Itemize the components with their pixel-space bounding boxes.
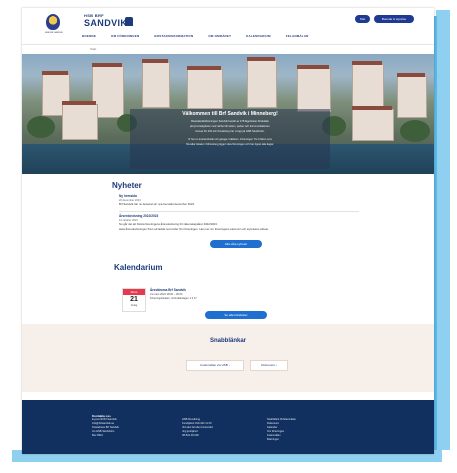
hero-text-line: Bostadsrättsföreningen Sandvik består av… [191, 120, 269, 123]
calendar-event-title[interactable]: Årsstämma Brf Sandvik [150, 288, 186, 292]
hero-roof [397, 73, 425, 77]
quicklink-dokument[interactable]: Dokument › [250, 360, 288, 371]
hero-roof [247, 57, 275, 61]
hero-roof [352, 61, 382, 65]
hero-building [352, 109, 394, 141]
news-item-title[interactable]: Ny hemsida [119, 194, 359, 198]
brand-building-icon [125, 17, 133, 26]
calendar-weekday: tisdag [130, 304, 138, 307]
nav-item-boende[interactable]: BOENDE [82, 34, 96, 40]
footer-link[interactable]: Bokningar [267, 438, 296, 442]
header-divider [22, 44, 434, 45]
footer-links-column: Snabblänk till felanmälan Dokument Kalen… [267, 418, 296, 442]
news-section-title: Nyheter [112, 181, 142, 190]
hero-text-line: Ansvar för drift och förvaltning har vi … [195, 130, 265, 133]
hero-tree [400, 120, 430, 142]
hero-building [187, 69, 223, 109]
site-footer: Kontakta oss E-post till Brf Sandvik inf… [22, 400, 434, 454]
hero-building [397, 76, 427, 118]
hero-text-line: förvaltar lokalen i Minneberg ligger när… [186, 143, 274, 146]
hero-roof [42, 71, 68, 75]
nav-item-kalendarium[interactable]: KALENDARIUM [246, 34, 271, 40]
search-button[interactable]: Sök [355, 15, 370, 23]
calendar-day: 21 [130, 296, 138, 303]
hero-building [297, 68, 331, 112]
all-events-button[interactable]: Se alla händelser [205, 311, 267, 319]
hero-roof [352, 106, 392, 110]
news-item[interactable]: Ny hemsida 20 december 2023 Brf Sandvik … [119, 194, 359, 206]
brand-name[interactable]: SANDVIK [84, 18, 127, 28]
news-item-text: Brf Sandvik har nu lanserat sin nya hems… [119, 202, 195, 206]
footer-line[interactable]: 08-522 48 000 [182, 434, 213, 438]
footer-line: Box 8310 [92, 434, 103, 437]
calendar-event-place: Föreningslokalen, Gröndalsvägen 1 3 17 [150, 297, 197, 300]
hero-text-line: på fyra fastigheter med närhet till vatt… [189, 125, 271, 128]
hero-banner: Välkommen till Brf Sandvik i Minneberg! … [22, 54, 434, 174]
nav-item-felanmalan[interactable]: FELANMÄLAN [286, 34, 309, 40]
photo-frame-edge [436, 10, 450, 450]
news-item-text: Hela årsredovisningen finns att ladda ne… [119, 226, 269, 231]
hero-title: Välkommen till Brf Sandvik i Minneberg! [182, 111, 278, 117]
hero-text-line: Vi har en kvartersbutik och garage i käl… [187, 138, 272, 141]
hero-roof [92, 63, 122, 67]
all-news-button[interactable]: Alla våra nyheter [210, 240, 262, 248]
hero-building [62, 104, 98, 140]
news-item-title[interactable]: Årsredovisning 2022/2023 [119, 214, 359, 218]
nav-item-om-foreningen[interactable]: OM FÖRENINGEN [111, 34, 139, 40]
emblem-caption: HSB BRF SANDVIK [44, 32, 63, 34]
nav-item-bostadsinformation[interactable]: BOSTADSINFORMATION [154, 34, 193, 40]
hero-building [247, 60, 277, 108]
hero-roof [142, 59, 168, 63]
website-page: HSB BRF SANDVIK HSB BRF SANDVIK Sök Boen… [22, 8, 434, 454]
breadcrumb[interactable]: Start [90, 47, 96, 51]
hero-roof [297, 65, 329, 69]
footer-contact-column: Kontakta oss E-post till Brf Sandvik inf… [92, 414, 119, 438]
hero-roof [62, 101, 96, 105]
main-nav: BOENDE OM FÖRENINGEN BOSTADSINFORMATION … [82, 34, 309, 40]
quicklink-felanmalan[interactable]: Felanmälan via HSB › [186, 360, 244, 371]
quicklinks-section [22, 324, 434, 392]
news-item-text: Nu går det att hämta föreningens årsredo… [119, 222, 218, 226]
calendar-event-time: 21 mars 2024 18:30 – 20:00 [150, 293, 183, 296]
site-header: HSB BRF SANDVIK HSB BRF SANDVIK Sök Boen… [22, 8, 434, 44]
hero-roof [187, 66, 221, 70]
footer-service-column: HSB förvaltning Kundtjänst 010-442 11 00… [182, 418, 213, 438]
nav-item-om-omradet[interactable]: OM OMRÅDET [208, 34, 231, 40]
association-emblem-icon[interactable] [46, 14, 60, 30]
calendar-section-title: Kalendarium [114, 263, 163, 272]
news-divider [119, 211, 359, 212]
news-item[interactable]: Årsredovisning 2022/2023 10 oktober 2023… [119, 214, 359, 231]
hero-tree [27, 116, 55, 138]
quicklinks-title: Snabblänkar [209, 338, 246, 344]
hero-building [142, 62, 170, 108]
login-button[interactable]: Boende & styrelse [374, 15, 414, 23]
calendar-date-badge[interactable]: Mars 21 tisdag [122, 288, 146, 312]
